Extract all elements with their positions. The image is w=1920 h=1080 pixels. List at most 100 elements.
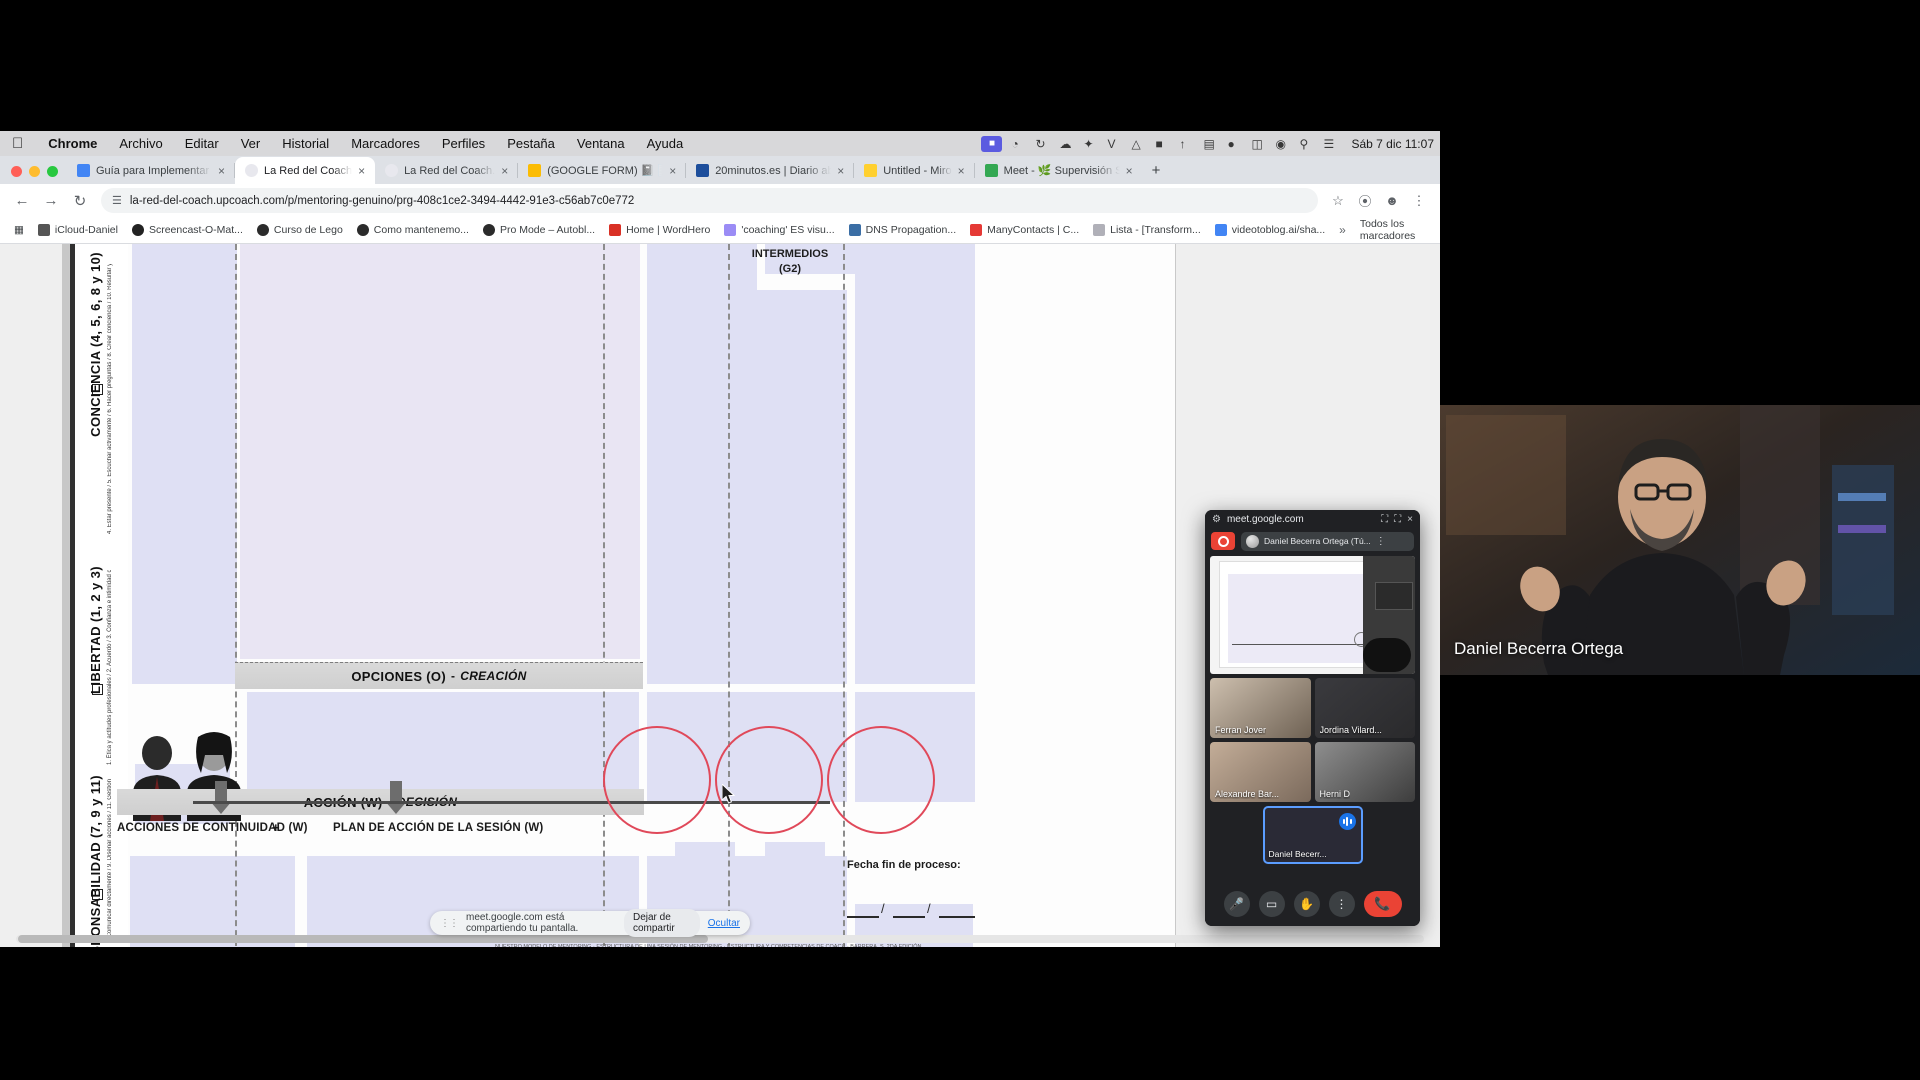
board-cell[interactable] [855,244,975,684]
menu-item-archivo[interactable]: Archivo [108,136,173,151]
bookmark-pro-mode-autobl[interactable]: Pro Mode – Autobl... [477,221,601,239]
board-cell[interactable] [130,856,295,947]
tab-google-form[interactable]: (GOOGLE FORM) 📓 📝 Sub × [518,157,687,184]
webcam-panel[interactable]: Daniel Becerra Ortega [1440,405,1920,675]
apple-icon[interactable]:  [12,136,23,151]
address-bar[interactable]: ☰ la-red-del-coach.upcoach.com/p/mentori… [101,188,1318,213]
bookmark-dns-propagation[interactable]: DNS Propagation... [843,221,962,239]
camera-button[interactable]: ▭ [1258,891,1285,917]
menu-item-ventana[interactable]: Ventana [566,136,636,151]
horizontal-scrollbar-thumb[interactable] [18,935,708,943]
bookmark-home-wordhero[interactable]: Home | WordHero [603,221,716,239]
bookmark-como-mantenemos[interactable]: Como mantenemo... [351,221,475,239]
close-icon[interactable]: × [669,164,679,178]
participant-tile[interactable]: Herni D [1314,742,1415,802]
close-icon[interactable]: × [1407,514,1413,525]
tab-guia-revis[interactable]: Guía para Implementar Revis × [67,157,235,184]
record-icon[interactable] [1211,532,1235,550]
menu-bar-clock[interactable]: Sáb 7 dic 11:07 [1351,137,1434,151]
screenshare-active-icon[interactable]: ■ [981,135,1003,152]
menu-item-historial[interactable]: Historial [271,136,340,151]
battery-icon[interactable]: ◫ [1251,137,1266,151]
google-meet-window[interactable]: ⚙ meet.google.com ⛶ ⛶ × Daniel Becerra O… [1205,510,1420,926]
mic-button[interactable]: 🎤 [1223,891,1250,917]
board-cell[interactable] [247,692,639,802]
maximize-window-button[interactable] [47,166,58,177]
menu-item-ayuda[interactable]: Ayuda [636,136,695,151]
tab-la-red-del-coach-2[interactable]: La Red del Coach. × [375,157,519,184]
participant-tile[interactable]: Ferran Jover [1210,678,1311,738]
tune-icon[interactable]: ⚙ [1212,514,1221,525]
control-center-icon[interactable]: ☰ [1323,137,1338,151]
bookmark-lista-transform[interactable]: Lista - [Transform... [1087,221,1207,239]
presenter-pill[interactable]: Daniel Becerra Ortega (Tú... ⋮ [1241,531,1414,551]
wifi-icon[interactable]: ◉ [1275,137,1290,151]
vimeo-icon[interactable]: V [1107,137,1122,151]
reload-icon[interactable]: ↻ [67,188,93,214]
bookmark-coaching-es-visu[interactable]: 'coaching' ES visu... [718,221,840,239]
expand-icon[interactable]: ⛶ [1394,514,1401,525]
tab-la-red-del-coach[interactable]: La Red del Coach × [235,157,376,184]
shared-screen-thumbnail[interactable] [1210,556,1415,674]
hide-link[interactable]: Ocultar [708,918,740,929]
apps-grid-icon[interactable]: ▦ [8,221,30,239]
close-icon[interactable]: × [837,164,847,178]
more-options-button[interactable]: ⋮ [1328,891,1355,917]
all-bookmarks-entry[interactable]: Todos los marcadores [1354,218,1432,242]
new-tab-button[interactable]: + [1143,162,1170,184]
display-icon[interactable]: ■ [1155,137,1170,151]
board-cell[interactable] [675,842,735,870]
star-icon[interactable]: ☆ [1326,189,1350,213]
bookmark-screencast-o-matic[interactable]: Screencast-O-Mat... [126,221,249,239]
kebab-menu-icon[interactable]: ⋮ [1407,189,1431,213]
participant-tile[interactable]: Jordina Vilard... [1314,678,1415,738]
board-cell[interactable] [240,244,640,659]
board-cell[interactable] [765,842,825,870]
drag-grip-icon[interactable]: ⋮⋮ [440,918,459,929]
puzzle-icon[interactable]: ⦿ [1353,189,1377,213]
coaching-board[interactable]: CONCIENCIA (4, 5, 6, 8 y 10) 4. Estar pr… [70,244,1175,947]
menu-item-pestana[interactable]: Pestaña [496,136,566,151]
close-icon[interactable]: × [501,164,511,178]
profile-icon[interactable]: ☻ [1380,189,1404,213]
bookmark-icloud-daniel[interactable]: iCloud-Daniel [32,221,124,239]
tab-miro[interactable]: Untitled - Miro × [854,157,975,184]
leave-call-button[interactable]: 📞 [1363,891,1402,917]
stop-sharing-button[interactable]: Dejar de compartir [623,909,700,937]
camera-icon[interactable]: ▤ [1203,137,1218,151]
board-cell[interactable] [132,574,237,684]
picture-in-picture-icon[interactable]: ⛶ [1381,514,1388,525]
cloud-icon[interactable]: ☁ [1059,137,1074,151]
self-participant-tile[interactable]: Daniel Becerr... [1262,806,1363,864]
refresh-icon[interactable]: ↻ [1035,137,1050,151]
raise-hand-button[interactable]: ✋ [1293,891,1320,917]
close-window-button[interactable] [11,166,22,177]
tab-20minutos[interactable]: 20minutos.es | Diario abierto × [686,157,855,184]
participant-tile[interactable]: Alexandre Bar... [1210,742,1311,802]
menu-item-perfiles[interactable]: Perfiles [431,136,496,151]
back-arrow-icon[interactable]: ← [9,188,35,214]
bookmarks-overflow-button[interactable]: » [1333,220,1352,240]
drive-icon[interactable]: △ [1131,137,1146,151]
menu-item-chrome[interactable]: Chrome [37,136,108,151]
tune-icon[interactable]: ☰ [112,194,122,207]
headphones-icon[interactable]: ◔ [1011,137,1026,151]
minimize-window-button[interactable] [29,166,40,177]
forward-arrow-icon[interactable]: → [38,188,64,214]
clock-icon[interactable]: ● [1227,137,1242,151]
bookmark-videotoblog[interactable]: videotoblog.ai/sha... [1209,221,1331,239]
close-icon[interactable]: × [218,164,228,178]
kebab-menu-icon[interactable]: ⋮ [1376,536,1386,547]
close-icon[interactable]: × [958,164,968,178]
board-cell[interactable] [737,290,847,684]
dropbox-icon[interactable]: ✦ [1083,137,1098,151]
bookmark-curso-de-lego[interactable]: Curso de Lego [251,221,349,239]
close-icon[interactable]: × [358,164,368,178]
tab-meet-supervision[interactable]: Meet - 🌿 Supervisión Se × [975,157,1143,184]
menu-item-ver[interactable]: Ver [230,136,272,151]
menu-item-marcadores[interactable]: Marcadores [340,136,431,151]
spotlight-search-icon[interactable]: ⚲ [1299,137,1314,151]
close-icon[interactable]: × [1126,164,1136,178]
bookmark-manycontacts[interactable]: ManyContacts | C... [964,221,1085,239]
menu-item-editar[interactable]: Editar [174,136,230,151]
